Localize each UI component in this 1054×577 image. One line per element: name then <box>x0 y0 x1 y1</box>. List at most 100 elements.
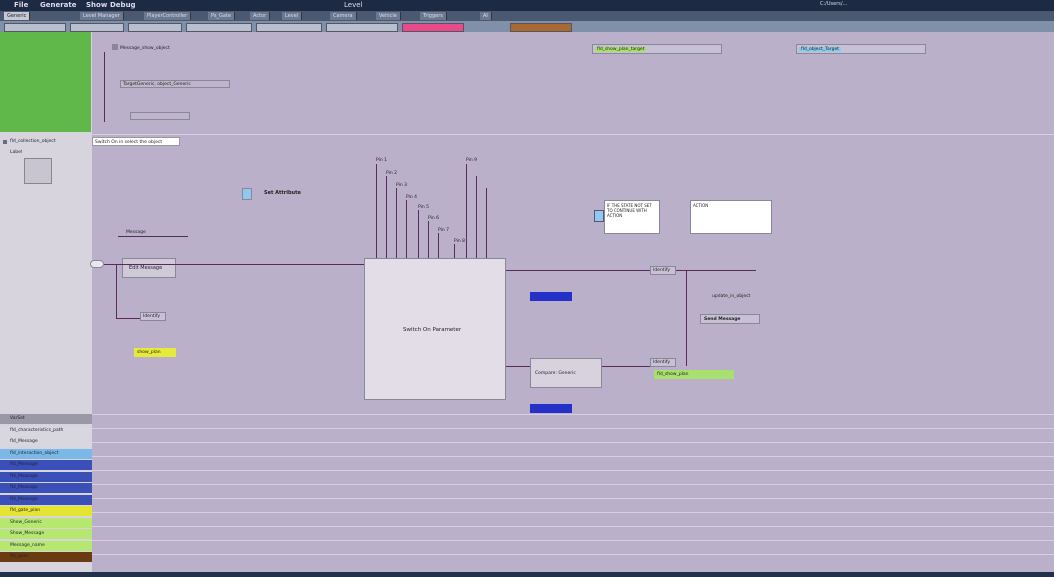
menu-bar: File Generate Show Debug Level C:/Users/… <box>0 0 1054 11</box>
variable-row[interactable]: fld_Message <box>0 437 92 447</box>
variable-label: fld_Message <box>10 439 38 444</box>
tab-bar: Generic Level Manager PlayerController P… <box>0 11 1054 21</box>
top-set-a: Message_show_object <box>120 46 170 51</box>
toolbar-group-2[interactable] <box>70 23 124 32</box>
variable-label: fld_Message <box>10 496 38 502</box>
toolbar-group-5[interactable] <box>256 23 322 32</box>
node-graph[interactable] <box>92 32 1054 572</box>
switch-pin-1: Pin 1 <box>376 158 388 163</box>
status-bar <box>0 572 1054 577</box>
toolbar-group-6[interactable] <box>326 23 398 32</box>
tab-level[interactable]: Level <box>282 12 303 20</box>
left-panel-header[interactable]: fld_collection_object <box>0 137 91 147</box>
tab-level-manager[interactable]: Level Manager <box>80 12 124 20</box>
variable-row[interactable]: fld_characteristics_path <box>0 425 92 436</box>
set-attribute-node[interactable]: Set Attribute <box>264 190 301 196</box>
variable-row[interactable]: fld_Message <box>0 483 92 493</box>
top-small-node[interactable] <box>130 112 190 120</box>
switch-pin-3: Pin 3 <box>396 183 408 188</box>
menu-file[interactable]: File <box>14 1 28 9</box>
identify-label-1: Identify <box>143 314 160 319</box>
compare-generic-node[interactable]: Compare: Generic <box>530 358 602 388</box>
switch-pin-8: Pin 8 <box>454 239 466 244</box>
label-swatch-preview[interactable] <box>24 158 52 184</box>
green-variable[interactable]: fld_show_plan <box>654 370 734 379</box>
toolbar <box>0 21 1054 32</box>
send-message-node[interactable]: Send Message <box>700 314 760 324</box>
toolbar-highlight-button[interactable] <box>402 23 464 32</box>
blue-variable-2[interactable] <box>530 404 572 413</box>
comment-box[interactable]: Switch On in select the object <box>92 137 180 146</box>
tab-ps-gate[interactable]: Ps_Gate <box>208 12 236 20</box>
identify-node-3[interactable]: Identify <box>650 358 676 367</box>
variable-row[interactable]: fld_Message <box>0 494 92 505</box>
switch-node-label: Switch On Parameter <box>403 327 462 333</box>
note-1[interactable]: IF THE STATE NOT SET TO CONTINUE WITH AC… <box>604 200 660 234</box>
tab-triggers[interactable]: Triggers <box>420 12 447 20</box>
variable-row[interactable]: Message_name <box>0 540 92 551</box>
variable-row[interactable]: Show_Generic <box>0 517 92 528</box>
blue-variable-1[interactable] <box>530 292 572 301</box>
graph-thumbnail[interactable] <box>0 32 91 132</box>
collapse-icon <box>3 140 7 144</box>
variable-row[interactable]: fld_Message <box>0 471 92 482</box>
tab-actor[interactable]: Actor <box>250 12 271 20</box>
switch-on-parameter-node[interactable]: Switch On Parameter <box>364 258 506 400</box>
file-path: C:/Users/... <box>820 1 848 7</box>
top-right-label-b: fld_object_Target <box>799 47 841 52</box>
show-plan-variable[interactable]: show_plan <box>134 348 176 357</box>
variable-row[interactable]: fld_gate <box>0 552 92 562</box>
tab-playercontroller[interactable]: PlayerController <box>144 12 192 20</box>
switch-pin-5: Pin 5 <box>418 205 430 210</box>
variable-label: fld_gate_plan <box>10 508 41 513</box>
tab-vehicle[interactable]: Vehicle <box>376 12 401 20</box>
variable-row[interactable]: fld_interaction_object <box>0 448 92 459</box>
tab-generic[interactable]: Generic <box>4 12 31 20</box>
variable-row[interactable]: VarSet <box>0 414 92 424</box>
variable-label: fld_Message <box>10 473 38 479</box>
switch-pin-6: Pin 6 <box>428 216 440 221</box>
variable-label: fld_gate <box>10 554 29 559</box>
tab-ai[interactable]: AI <box>480 12 492 20</box>
variable-row[interactable]: fld_gate_plan <box>0 506 92 516</box>
message-pin: Message <box>126 230 146 235</box>
top-set-b-node[interactable]: TargetGeneric, object_Generic <box>120 80 230 88</box>
label-row: Label <box>0 148 91 158</box>
variable-label: VarSet <box>10 416 25 421</box>
variable-label: fld_Message <box>10 485 38 490</box>
node-port[interactable] <box>112 44 118 50</box>
attribute-icon[interactable] <box>242 188 252 200</box>
edit-message-label: Edit Message <box>129 265 163 271</box>
top-right-node-a[interactable]: fld_show_plan_target <box>592 44 722 54</box>
menu-generate[interactable]: Generate <box>40 1 77 9</box>
variable-label: Show_Generic <box>10 519 42 525</box>
send-message-label: Send Message <box>704 317 741 322</box>
tab-camera[interactable]: Camera <box>330 12 357 20</box>
toolbar-group-4[interactable] <box>186 23 252 32</box>
switch-pin-9: Pin 9 <box>466 158 478 163</box>
switch-pin-7: Pin 7 <box>438 228 450 233</box>
event-in-port[interactable] <box>90 260 104 268</box>
toolbar-orange-button[interactable] <box>510 23 572 32</box>
variable-label: fld_Message <box>10 462 38 467</box>
compare-generic-label: Compare: Generic <box>535 371 576 376</box>
identify-node-2[interactable]: Identify <box>650 266 676 275</box>
note-2[interactable]: ACTION <box>690 200 772 234</box>
switch-pin-2: Pin 2 <box>386 171 398 176</box>
top-right-label-a: fld_show_plan_target <box>595 47 647 52</box>
menu-show[interactable]: Show <box>86 1 107 9</box>
identify-label-2: Identify <box>653 268 670 273</box>
edit-message-node[interactable]: Edit Message <box>122 258 176 278</box>
toolbar-group-3[interactable] <box>128 23 182 32</box>
menu-debug[interactable]: Debug <box>110 1 136 9</box>
variable-label: Show_Message <box>10 531 45 536</box>
switch-pin-4: Pin 4 <box>406 195 418 200</box>
variable-list: VarSet fld_characteristics_path fld_Messag… <box>0 414 92 564</box>
identify-label-3: Identify <box>653 360 670 365</box>
variable-row[interactable]: fld_Message <box>0 460 92 470</box>
top-right-node-b[interactable]: fld_object_Target <box>796 44 926 54</box>
toolbar-group-1[interactable] <box>4 23 66 32</box>
identify-node-1[interactable]: Identify <box>140 312 166 321</box>
variable-row[interactable]: Show_Message <box>0 529 92 539</box>
top-set-b-label: TargetGeneric, object_Generic <box>123 82 191 87</box>
